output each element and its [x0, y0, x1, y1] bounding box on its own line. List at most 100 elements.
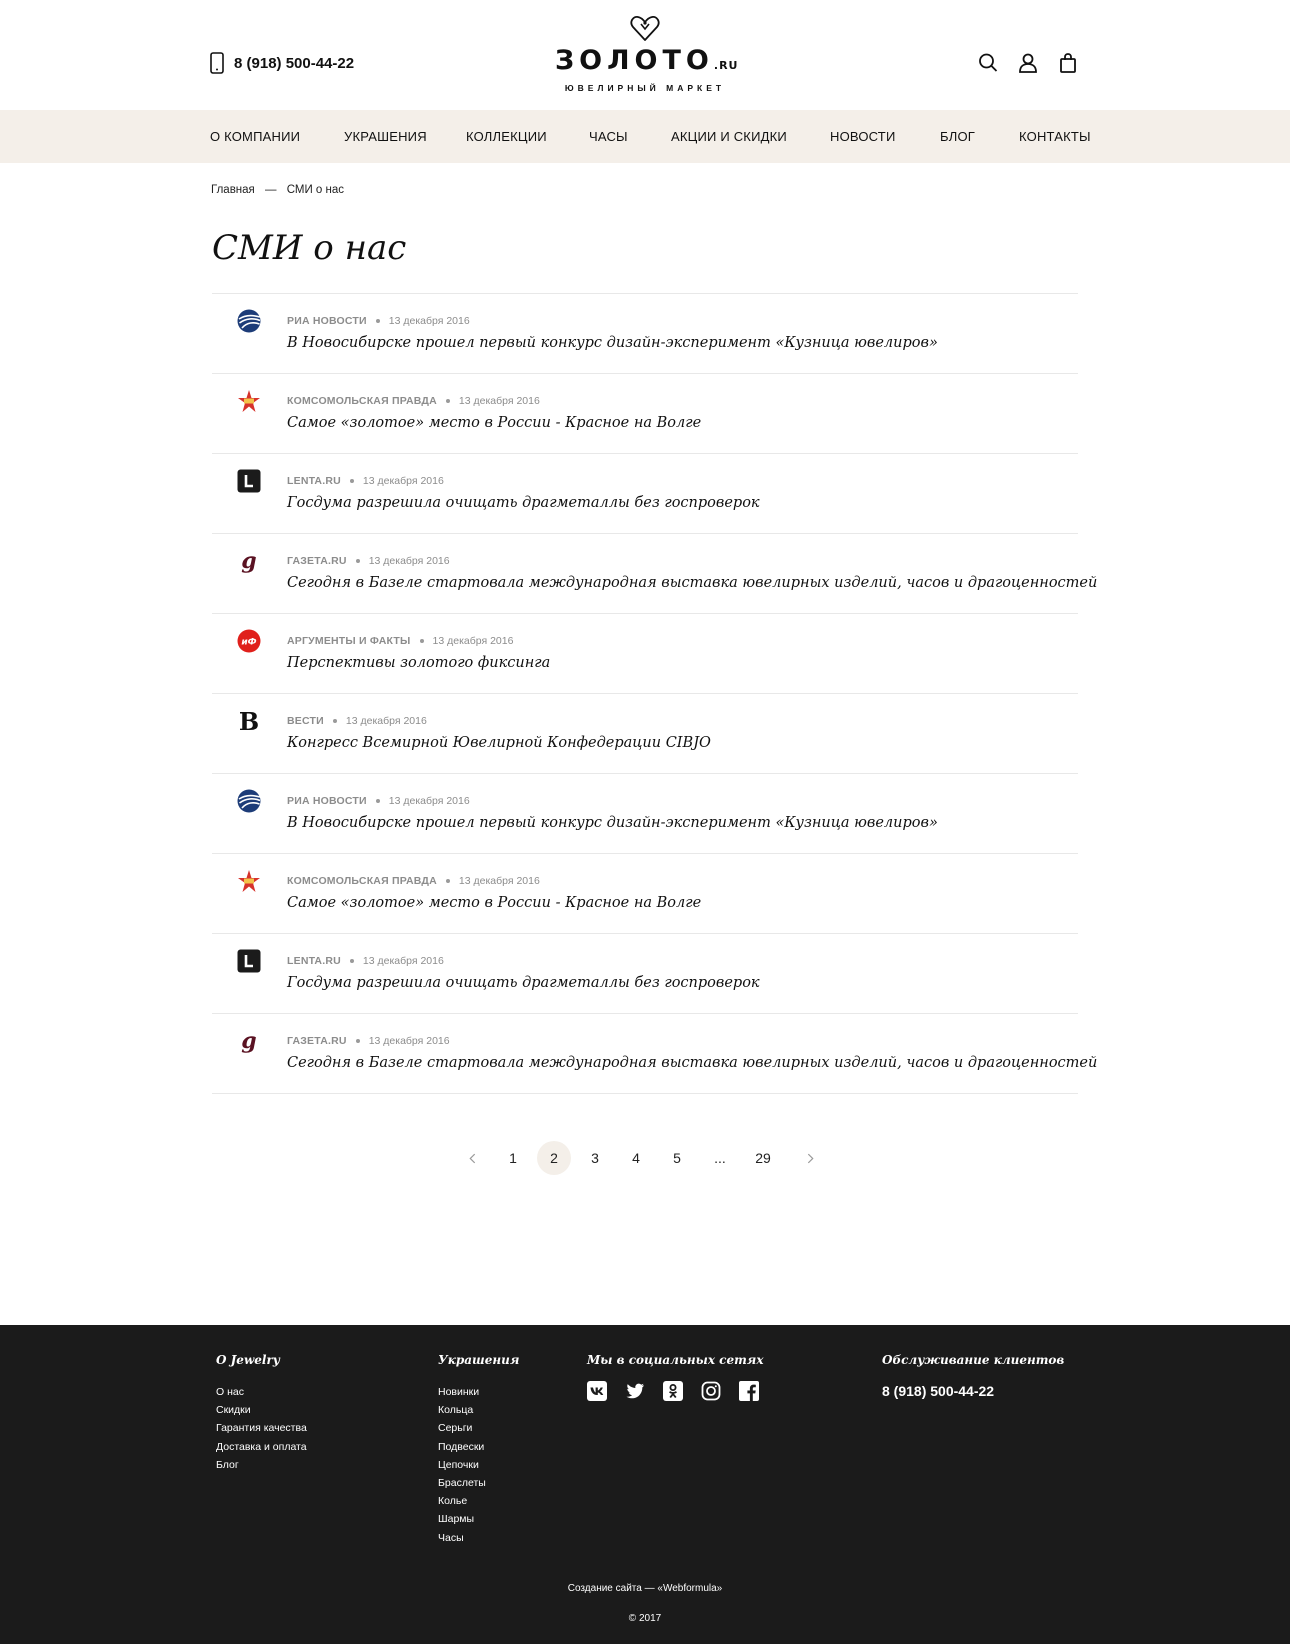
meta-separator-dot [355, 559, 360, 563]
pagination: 1 2 3 4 5 ... 29 [455, 1141, 834, 1175]
press-item-meta: КОМСОМОЛЬСКАЯ ПРАВДА 13 декабря 2016 [287, 875, 540, 887]
breadcrumb-home[interactable]: Главная [211, 184, 255, 196]
footer-link-necklaces[interactable]: Колье [438, 1492, 519, 1510]
press-item[interactable]: B ВЕСТИ 13 декабря 2016 Конгресс Всемирн… [212, 694, 1078, 774]
meta-separator-dot [349, 959, 354, 963]
main-navigation: О КОМПАНИИ УКРАШЕНИЯ КОЛЛЕКЦИИ ЧАСЫ АКЦИ… [0, 110, 1290, 163]
facebook-icon[interactable] [739, 1381, 759, 1401]
footer-link-about[interactable]: О нас [216, 1383, 307, 1401]
footer-link-discounts[interactable]: Скидки [216, 1401, 307, 1419]
footer-social-column: Мы в социальных сетях [587, 1353, 764, 1401]
nav-item-jewelry[interactable]: УКРАШЕНИЯ [344, 129, 427, 144]
header-phone-number: 8 (918) 500-44-22 [234, 54, 355, 72]
site-header: 8 (918) 500-44-22 ЗОЛОТО.RU ЮВЕЛИРНЫЙ МА… [0, 0, 1290, 110]
page-ellipsis: ... [714, 1150, 726, 1166]
social-links [587, 1381, 764, 1401]
press-headline[interactable]: В Новосибирске прошел первый конкурс диз… [287, 335, 938, 351]
footer-link-blog[interactable]: Блог [216, 1456, 307, 1474]
press-headline[interactable]: Госдума разрешила очищать драгметаллы бе… [287, 975, 760, 991]
lenta-logo-icon [237, 469, 261, 493]
logo-suffix: .RU [713, 59, 739, 72]
footer-link-rings[interactable]: Кольца [438, 1401, 519, 1419]
nav-item-about[interactable]: О КОМПАНИИ [210, 129, 300, 144]
footer-link-charms[interactable]: Шармы [438, 1510, 519, 1528]
page-link-29[interactable]: 29 [746, 1141, 780, 1175]
footer-link-pendants[interactable]: Подвески [438, 1438, 519, 1456]
prev-page-chevron-icon[interactable] [455, 1141, 489, 1175]
nav-item-sales[interactable]: АКЦИИ И СКИДКИ [671, 129, 787, 144]
press-item[interactable]: РИА НОВОСТИ 13 декабря 2016 В Новосибирс… [212, 774, 1078, 854]
nav-item-watches[interactable]: ЧАСЫ [589, 129, 628, 144]
footer-phone[interactable]: 8 (918) 500-44-22 [882, 1383, 1064, 1399]
footer-link-earrings[interactable]: Серьги [438, 1419, 519, 1437]
footer-about-column: О Jewelry О нас Скидки Гарантия качества… [216, 1353, 307, 1474]
user-icon[interactable] [1018, 52, 1038, 74]
meta-separator-dot [355, 1039, 360, 1043]
footer-link-new[interactable]: Новинки [438, 1383, 519, 1401]
press-headline[interactable]: Сегодня в Базеле стартовала международна… [287, 1055, 1097, 1071]
press-headline[interactable]: Самое «золотое» место в России - Красное… [287, 895, 701, 911]
press-item[interactable]: РИА НОВОСТИ 13 декабря 2016 В Новосибирс… [212, 294, 1078, 374]
page-title: СМИ о нас [212, 228, 407, 268]
search-icon[interactable] [978, 52, 998, 74]
press-item[interactable]: КОМСОМОЛЬСКАЯ ПРАВДА 13 декабря 2016 Сам… [212, 374, 1078, 454]
site-logo[interactable]: ЗОЛОТО.RU ЮВЕЛИРНЫЙ МАРКЕТ [555, 10, 738, 100]
nav-item-collections[interactable]: КОЛЛЕКЦИИ [466, 129, 547, 144]
footer-link-quality[interactable]: Гарантия качества [216, 1419, 307, 1437]
footer-credits[interactable]: Создание сайта — «Webformula» [0, 1583, 1290, 1594]
press-item[interactable]: LENTA.RU 13 декабря 2016 Госдума разреши… [212, 934, 1078, 1014]
heart-logo-icon [630, 16, 660, 41]
svg-text:иФ: иФ [241, 638, 256, 648]
press-headline[interactable]: Госдума разрешила очищать драгметаллы бе… [287, 495, 760, 511]
page-link-3[interactable]: 3 [578, 1141, 612, 1175]
next-page-chevron-icon[interactable] [793, 1141, 827, 1175]
nav-item-blog[interactable]: БЛОГ [940, 129, 975, 144]
page-link-4[interactable]: 4 [619, 1141, 653, 1175]
press-source: АРГУМЕНТЫ И ФАКТЫ [287, 635, 411, 647]
instagram-icon[interactable] [701, 1381, 721, 1401]
press-item[interactable]: g ГАЗЕТА.RU 13 декабря 2016 Сегодня в Ба… [212, 534, 1097, 614]
lenta-logo-icon [237, 949, 261, 973]
site-footer: О Jewelry О нас Скидки Гарантия качества… [0, 1325, 1290, 1644]
press-item[interactable]: иФ АРГУМЕНТЫ И ФАКТЫ 13 декабря 2016 Пер… [212, 614, 1078, 694]
page-link-1[interactable]: 1 [496, 1141, 530, 1175]
ria-logo-icon [237, 789, 261, 813]
header-phone[interactable]: 8 (918) 500-44-22 [210, 52, 354, 74]
footer-link-bracelets[interactable]: Браслеты [438, 1474, 519, 1492]
shopping-bag-icon[interactable] [1058, 52, 1078, 74]
press-headline[interactable]: В Новосибирске прошел первый конкурс диз… [287, 815, 938, 831]
footer-link-watches[interactable]: Часы [438, 1529, 519, 1547]
footer-service-heading: Обслуживание клиентов [882, 1353, 1065, 1367]
press-headline[interactable]: Конгресс Всемирной Ювелирной Конфедераци… [287, 735, 711, 751]
twitter-icon[interactable] [625, 1381, 645, 1401]
footer-link-chains[interactable]: Цепочки [438, 1456, 519, 1474]
press-item[interactable]: g ГАЗЕТА.RU 13 декабря 2016 Сегодня в Ба… [212, 1014, 1097, 1094]
kp-logo-icon [238, 390, 260, 412]
press-source: LENTA.RU [287, 475, 341, 487]
press-date: 13 декабря 2016 [368, 555, 450, 567]
press-item-meta: ГАЗЕТА.RU 13 декабря 2016 [287, 555, 450, 567]
vesti-logo-icon: B [239, 709, 259, 733]
mobile-phone-icon [210, 52, 224, 74]
press-item[interactable]: КОМСОМОЛЬСКАЯ ПРАВДА 13 декабря 2016 Сам… [212, 854, 1078, 934]
press-headline[interactable]: Самое «золотое» место в России - Красное… [287, 415, 701, 431]
press-headline[interactable]: Перспективы золотого фиксинга [287, 655, 550, 671]
footer-link-delivery[interactable]: Доставка и оплата [216, 1438, 307, 1456]
press-item[interactable]: LENTA.RU 13 декабря 2016 Госдума разреши… [212, 454, 1078, 534]
nav-item-contacts[interactable]: КОНТАКТЫ [1019, 129, 1091, 144]
meta-separator-dot [445, 399, 450, 403]
press-source: РИА НОВОСТИ [287, 315, 367, 327]
press-headline[interactable]: Сегодня в Базеле стартовала международна… [287, 575, 1097, 591]
vk-icon[interactable] [587, 1381, 607, 1401]
odnoklassniki-icon[interactable] [663, 1381, 683, 1401]
page-link-5[interactable]: 5 [660, 1141, 694, 1175]
press-source: КОМСОМОЛЬСКАЯ ПРАВДА [287, 875, 437, 887]
ria-logo-icon [237, 309, 261, 333]
nav-item-news[interactable]: НОВОСТИ [830, 129, 896, 144]
page-link-current[interactable]: 2 [537, 1141, 571, 1175]
press-source: РИА НОВОСТИ [287, 795, 367, 807]
press-date: 13 декабря 2016 [362, 955, 444, 967]
kp-logo-icon [238, 870, 260, 892]
press-item-meta: ВЕСТИ 13 декабря 2016 [287, 715, 427, 727]
footer-jewelry-column: Украшения Новинки Кольца Серьги Подвески… [438, 1353, 519, 1547]
